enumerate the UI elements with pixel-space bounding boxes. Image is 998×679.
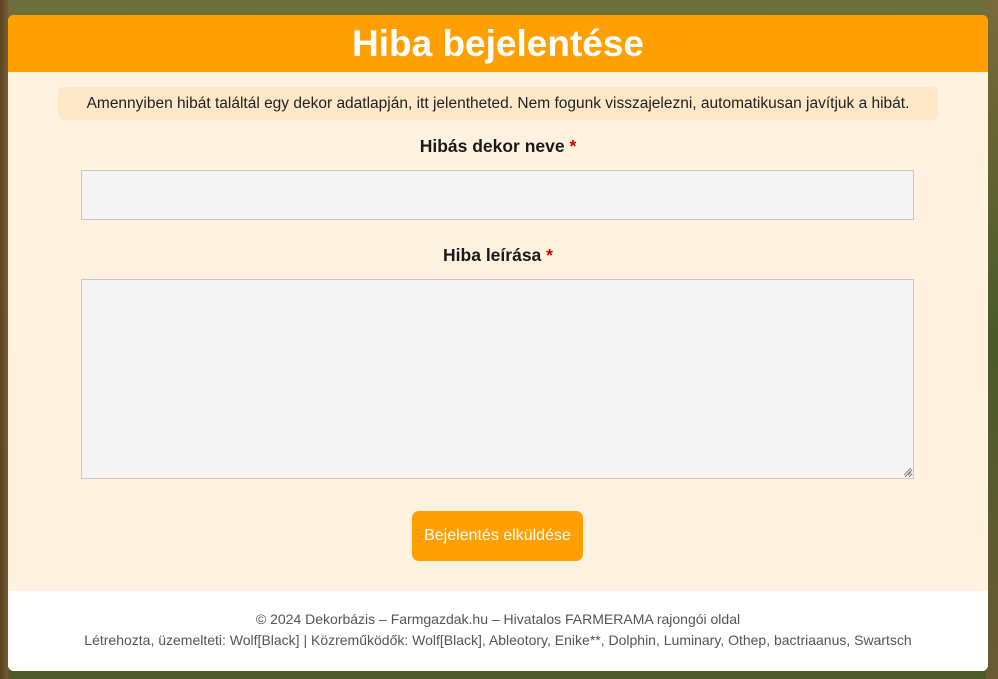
footer-copyright: © 2024 Dekorbázis – Farmgazdak.hu – Hiva… (255, 611, 741, 627)
description-label: Hiba leírása * (8, 245, 988, 266)
decor-name-label: Hibás dekor neve * (8, 136, 988, 157)
footer-credits: Létrehozta, üzemelteti: Wolf[Black] | Kö… (84, 632, 912, 648)
decor-name-input[interactable] (81, 170, 914, 220)
required-mark: * (546, 245, 553, 265)
decor-name-label-text: Hibás dekor neve (419, 136, 565, 156)
page-title: Hiba bejelentése (351, 22, 644, 64)
description-label-text: Hiba leírása (443, 245, 542, 265)
page-header: Hiba bejelentése (8, 15, 988, 72)
description-textarea[interactable] (81, 279, 914, 479)
required-mark: * (569, 136, 577, 156)
report-card: Hiba bejelentése Amennyiben hibát talált… (8, 15, 988, 671)
page-footer: © 2024 Dekorbázis – Farmgazdak.hu – Hiva… (8, 591, 988, 671)
info-notice: Amennyiben hibát találtál egy dekor adat… (58, 87, 938, 120)
submit-report-button[interactable]: Bejelentés elküldése (412, 511, 583, 561)
